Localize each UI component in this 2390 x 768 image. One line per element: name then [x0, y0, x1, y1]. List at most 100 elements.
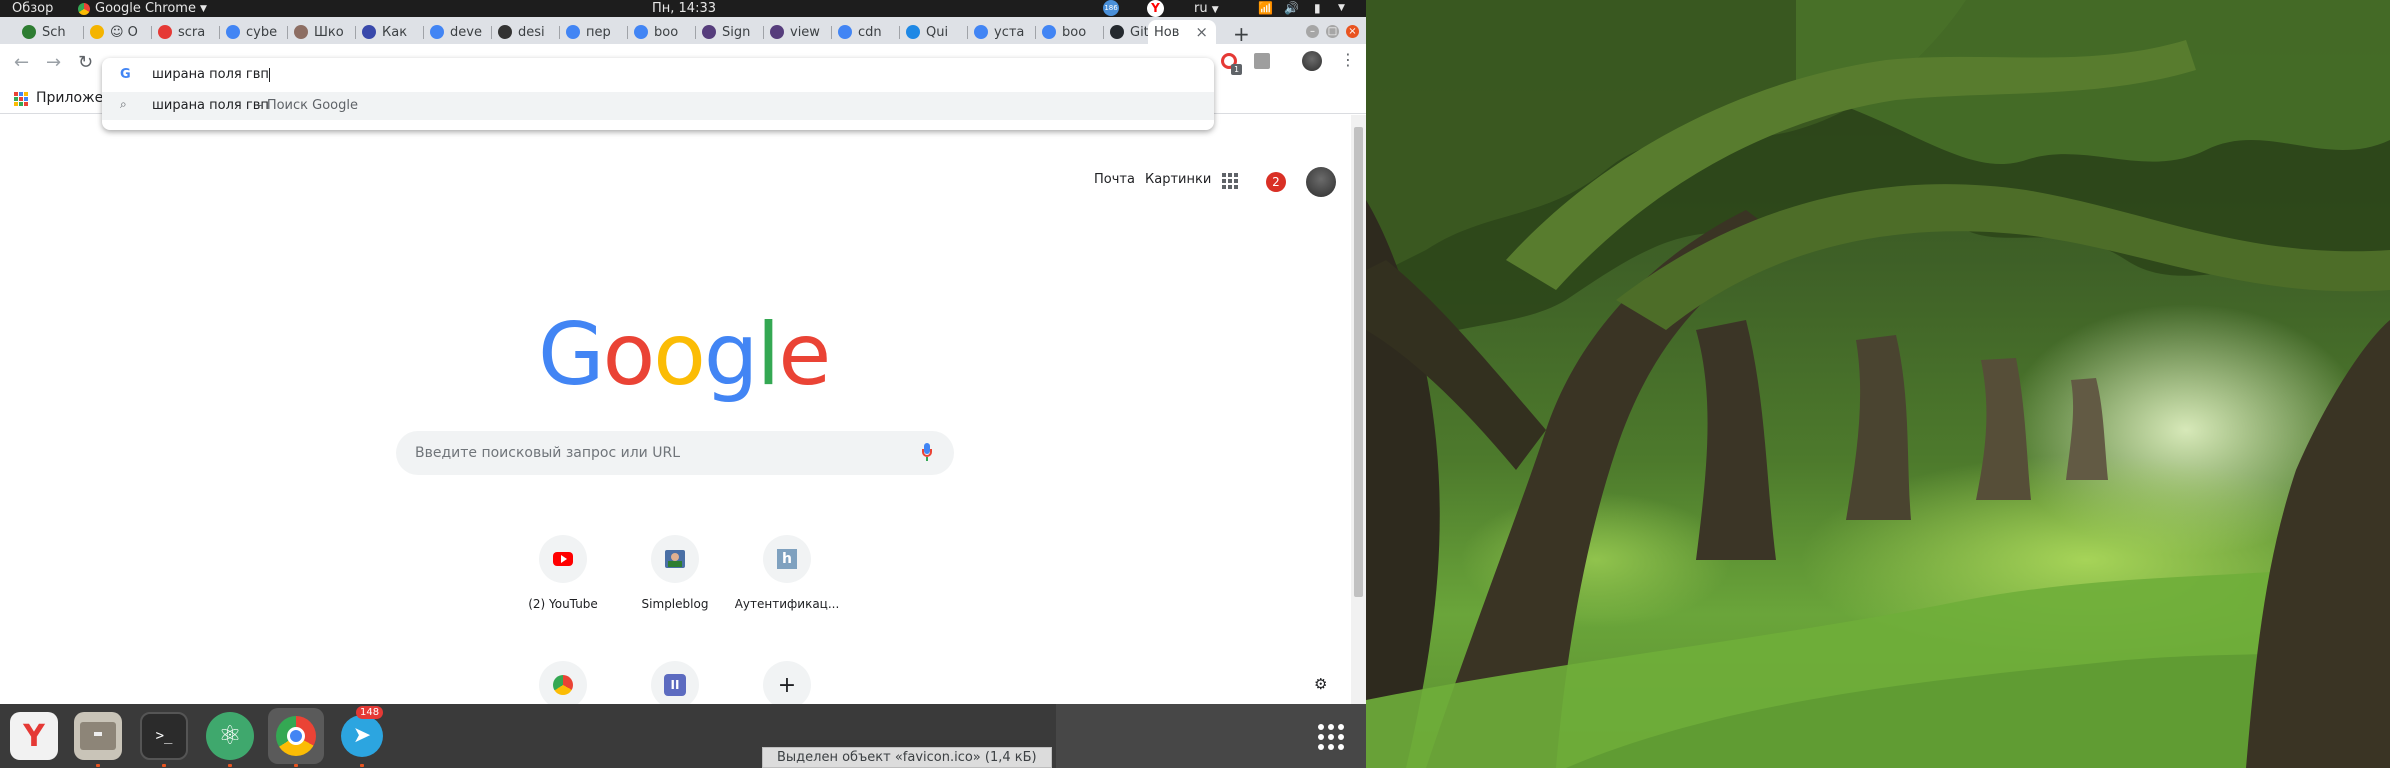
browser-tab[interactable]: view — [764, 20, 832, 44]
apps-grid-icon[interactable] — [14, 92, 28, 106]
page-scrollbar[interactable] — [1351, 115, 1366, 704]
profile-avatar[interactable] — [1302, 51, 1322, 71]
address-bar[interactable]: G ширана поля гвп — [102, 58, 1214, 92]
address-bar-input[interactable]: ширана поля гвп — [152, 67, 270, 82]
telegram-unread-badge: 148 — [356, 706, 384, 719]
tab-favicon-icon — [226, 25, 240, 39]
forward-button[interactable]: → — [46, 52, 61, 73]
tab-favicon-icon — [498, 25, 512, 39]
chevron-down-icon: ▼ — [199, 3, 207, 14]
tab-label: Шко — [314, 24, 344, 40]
tab-active[interactable]: Нов × — [1148, 20, 1216, 44]
tab-favicon-icon — [566, 25, 580, 39]
system-top-bar: Обзор Google Chrome ▼ Пн, 14:33 186 Y ru… — [0, 0, 1366, 17]
browser-tab[interactable]: уста — [968, 20, 1036, 44]
desktop-wallpaper — [1366, 0, 2390, 768]
browser-tab[interactable]: desi — [492, 20, 560, 44]
battery-icon[interactable]: ▮ — [1314, 1, 1321, 15]
new-tab-page: Почта Картинки 2 Google Введите поисковы… — [0, 115, 1351, 709]
activities-button[interactable]: Обзор — [12, 1, 53, 16]
extension-badge: 1 — [1231, 64, 1242, 75]
tab-favicon-icon — [906, 25, 920, 39]
running-indicator — [294, 764, 298, 767]
google-apps-icon[interactable] — [1222, 173, 1238, 189]
shortcut-tile[interactable] — [507, 661, 619, 709]
tab-label: scra — [178, 24, 206, 40]
browser-tab[interactable]: cybe — [220, 20, 288, 44]
clock[interactable]: Пн, 14:33 — [652, 1, 716, 16]
browser-tab[interactable]: cdn — [832, 20, 900, 44]
shortcut-tile[interactable]: (2) YouTube — [507, 535, 619, 611]
browser-tab[interactable]: deve — [424, 20, 492, 44]
desktop: Обзор Google Chrome ▼ Пн, 14:33 186 Y ru… — [0, 0, 2390, 768]
chrome-launcher[interactable] — [268, 708, 324, 764]
customize-gear-icon[interactable]: ⚙ — [1314, 675, 1327, 693]
notifications-badge[interactable]: 2 — [1266, 172, 1286, 192]
add-shortcut-tile[interactable]: + — [731, 661, 843, 709]
close-window-button[interactable]: × — [1346, 25, 1359, 38]
terminal-icon: >_ — [155, 728, 173, 744]
suggestion-source: - Поиск Google — [258, 98, 358, 113]
running-indicator — [360, 764, 364, 767]
add-shortcut-icon: + — [763, 661, 811, 709]
browser-tab[interactable]: Qui — [900, 20, 968, 44]
language-indicator[interactable]: ru ▼ — [1194, 1, 1219, 16]
search-input[interactable]: Введите поисковый запрос или URL — [415, 445, 680, 461]
volume-icon[interactable]: 🔊 — [1284, 1, 1299, 15]
back-button[interactable]: ← — [14, 52, 29, 73]
notification-indicator[interactable]: 186 — [1103, 0, 1119, 16]
yandex-browser-launcher[interactable]: Y — [10, 712, 58, 760]
yandex-indicator-icon[interactable]: Y — [1147, 0, 1164, 17]
tab-label: пер — [586, 24, 611, 40]
language-label: ru — [1194, 1, 1208, 16]
running-indicator — [162, 764, 166, 767]
show-applications-icon[interactable] — [1318, 724, 1344, 750]
browser-tab[interactable]: boo — [1036, 20, 1104, 44]
shortcut-tile[interactable]: h Аутентификац... — [731, 535, 843, 611]
shortcut-tile[interactable]: II — [619, 661, 731, 709]
browser-tab[interactable]: Как — [356, 20, 424, 44]
browser-tab[interactable]: Sch — [16, 20, 84, 44]
wifi-icon[interactable]: 📶 — [1258, 1, 1273, 15]
tab-favicon-icon — [974, 25, 988, 39]
chevron-down-icon: ▼ — [1211, 5, 1219, 15]
omnibox-suggestion[interactable]: ⌕ ширана поля гвп - Поиск Google — [102, 92, 1214, 120]
gmail-link[interactable]: Почта — [1094, 172, 1135, 187]
more-menu-icon[interactable]: ⋮ — [1340, 50, 1356, 69]
new-tab-button[interactable]: + — [1233, 22, 1250, 46]
browser-tab[interactable]: boo — [628, 20, 696, 44]
hexlet-icon: h — [763, 535, 811, 583]
account-avatar[interactable] — [1306, 167, 1336, 197]
scrollbar-thumb[interactable] — [1354, 127, 1363, 597]
reload-button[interactable]: ↻ — [78, 52, 93, 73]
tab-favicon-icon — [1042, 25, 1056, 39]
archive-manager-launcher[interactable] — [74, 712, 122, 760]
shortcut-tile[interactable]: Simpleblog — [619, 535, 731, 611]
maximize-window-button[interactable]: □ — [1326, 25, 1339, 38]
browser-tab[interactable]: пер — [560, 20, 628, 44]
microphone-icon[interactable] — [922, 443, 932, 461]
minimize-window-button[interactable]: – — [1306, 25, 1319, 38]
telegram-launcher[interactable]: ➤ — [338, 712, 386, 760]
tab-close-icon[interactable]: × — [1195, 23, 1208, 41]
apps-bookmark-label[interactable]: Приложе — [36, 90, 103, 106]
images-link[interactable]: Картинки — [1145, 172, 1211, 187]
google-logo: Google — [538, 305, 831, 405]
browser-tab[interactable]: Sign — [696, 20, 764, 44]
atom-editor-launcher[interactable]: ⚛ — [206, 712, 254, 760]
search-box[interactable]: Введите поисковый запрос или URL — [396, 431, 954, 475]
app-menu-label: Google Chrome — [95, 1, 196, 16]
chrome-icon — [276, 716, 316, 756]
browser-tab[interactable]: Шко — [288, 20, 356, 44]
text-cursor — [268, 67, 270, 82]
browser-tab[interactable]: ☺ O — [84, 20, 152, 44]
extension-icon[interactable] — [1254, 53, 1270, 69]
running-indicator — [228, 764, 232, 767]
app-menu[interactable]: Google Chrome ▼ — [78, 1, 207, 16]
terminal-launcher[interactable]: >_ — [140, 712, 188, 760]
browser-tab[interactable]: scra — [152, 20, 220, 44]
tab-label: cybe — [246, 24, 278, 40]
tab-strip: Sch ☺ O scra cybe Шко Как deve desi пер boo Sign vi… — [0, 17, 1366, 46]
chrome-web-store-icon — [539, 661, 587, 709]
system-menu-chevron-icon[interactable]: ▼ — [1338, 3, 1345, 13]
